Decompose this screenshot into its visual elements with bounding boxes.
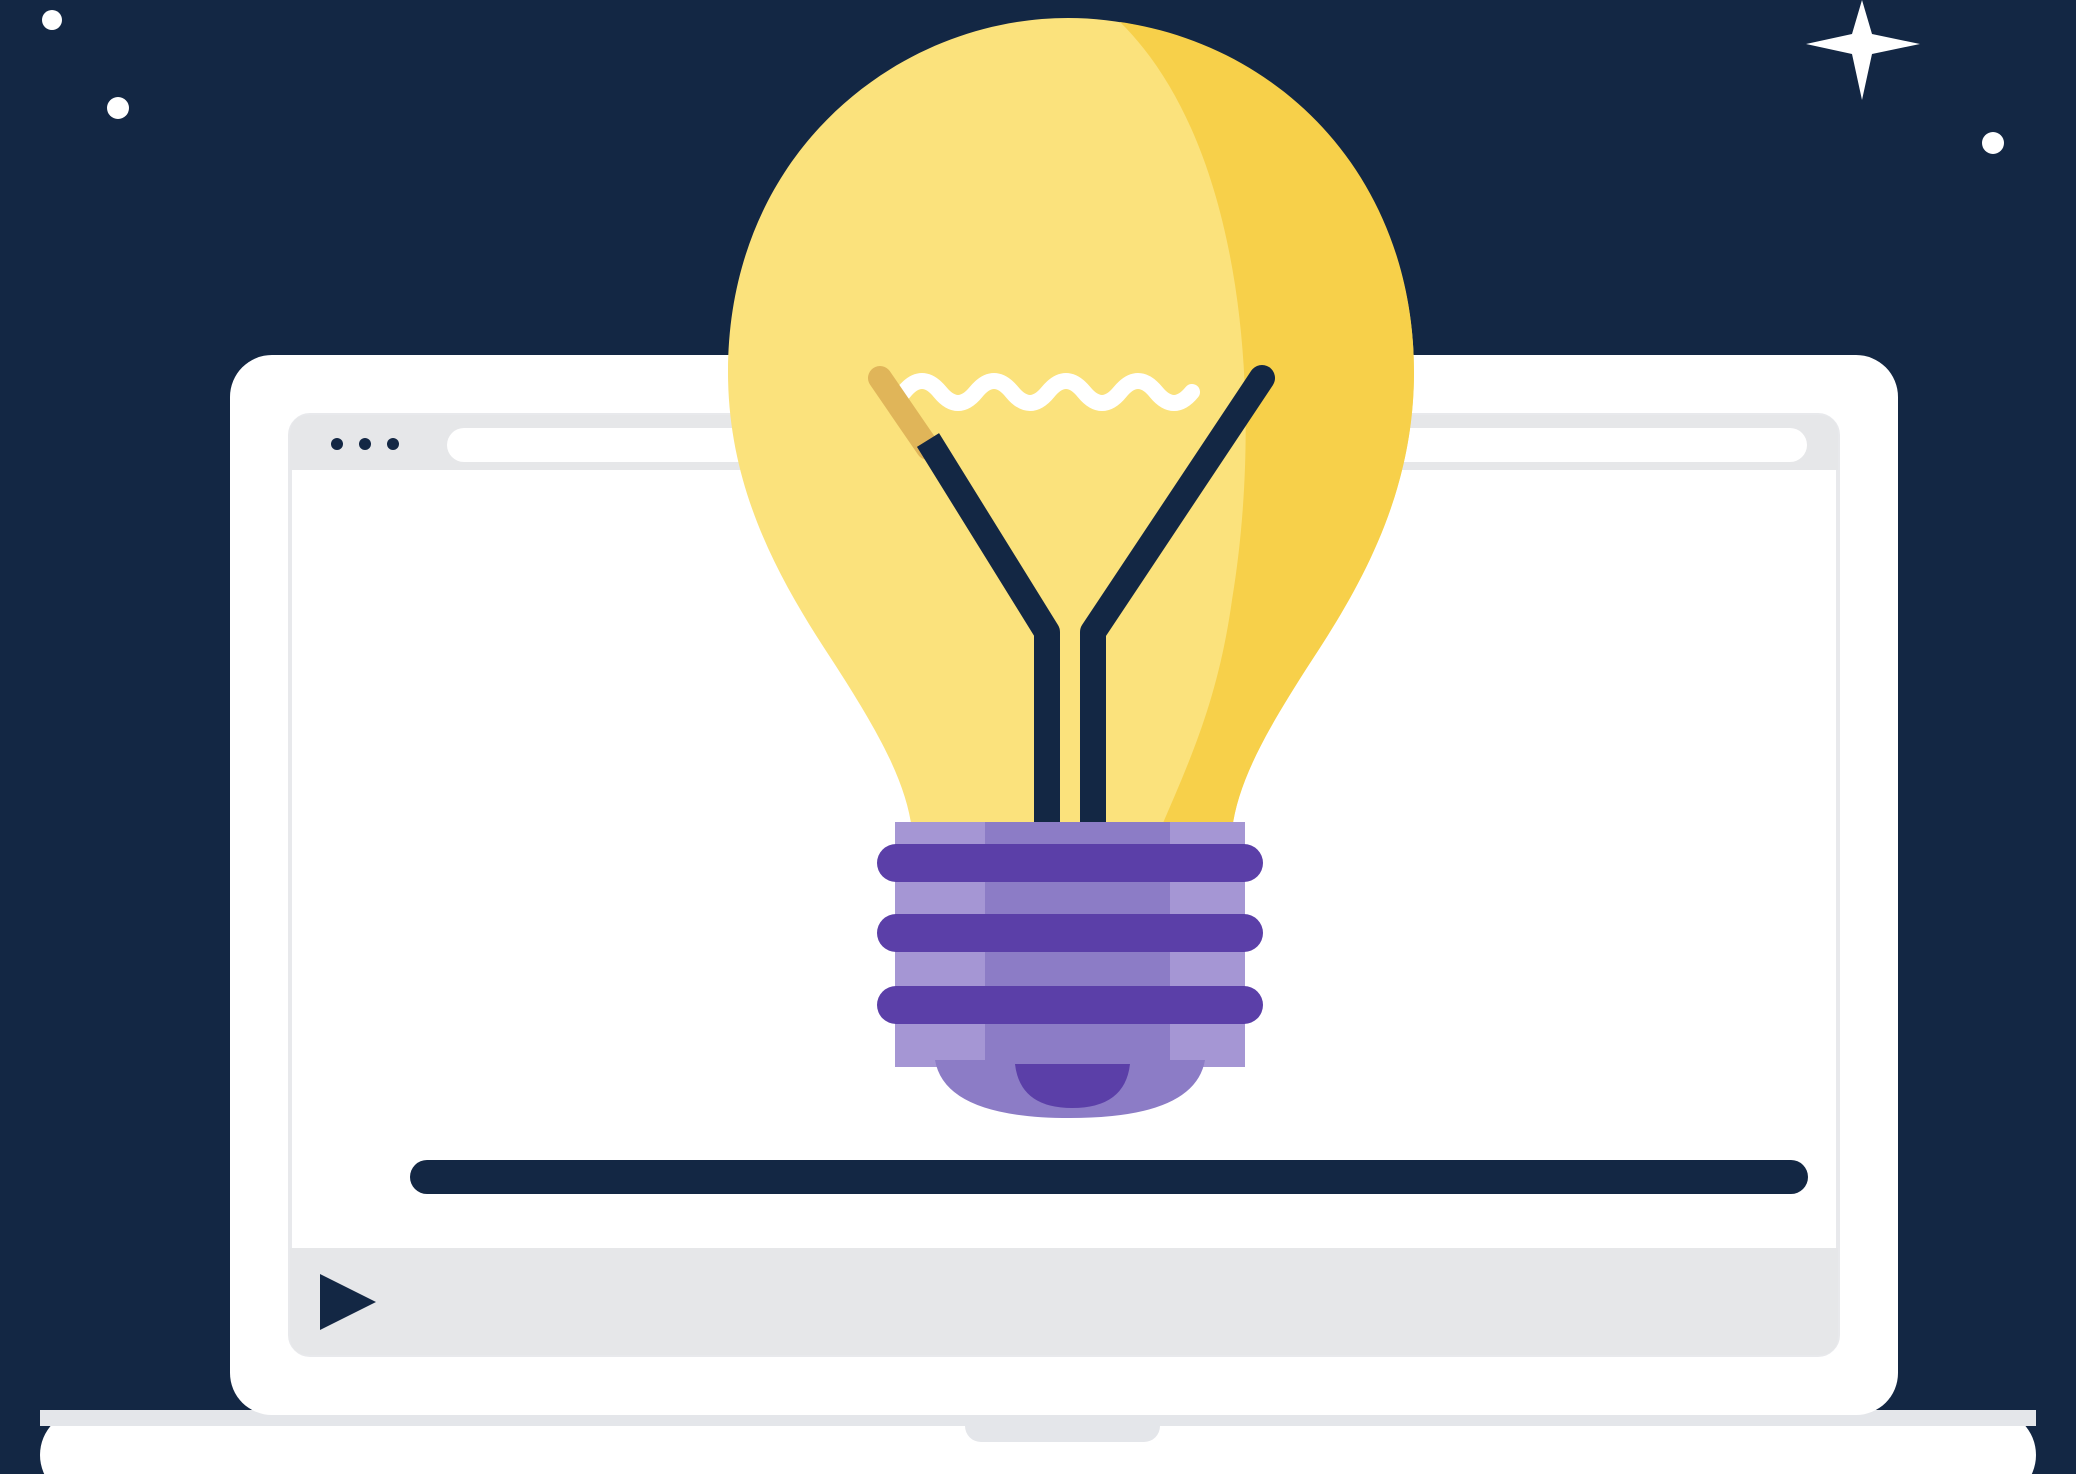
progress-fill	[410, 1160, 1808, 1194]
video-control-bar	[290, 1248, 1838, 1355]
idea-video-illustration	[0, 0, 2076, 1474]
laptop-base	[40, 1410, 2036, 1474]
illustration-scene	[0, 0, 2076, 1474]
star-dot	[42, 10, 62, 30]
base-thread	[877, 844, 1263, 882]
three-dots-icon[interactable]	[331, 438, 399, 450]
base-thread	[877, 986, 1263, 1024]
star-dot	[107, 97, 129, 119]
base-thread	[877, 914, 1263, 952]
star-dot	[1982, 132, 2004, 154]
